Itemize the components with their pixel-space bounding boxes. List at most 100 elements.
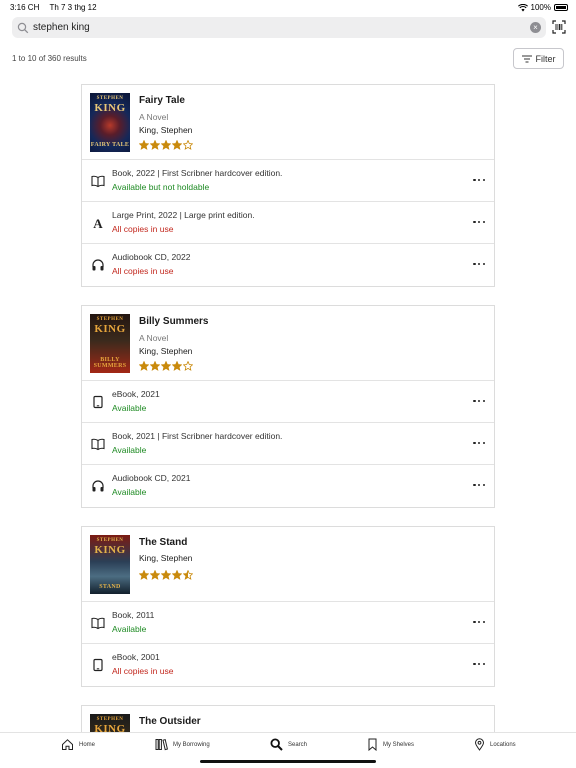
star-rating <box>139 361 208 371</box>
result-header[interactable]: STEPHEN KING STAND The Stand King, Steph… <box>82 527 494 602</box>
tab-label: My Borrowing <box>173 741 210 748</box>
format-row[interactable]: eBook, 2021 Available <box>82 381 494 423</box>
availability-status: All copies in use <box>112 666 174 676</box>
star-icon <box>150 570 160 580</box>
tab-my-shelves[interactable]: My Shelves <box>367 738 414 751</box>
star-icon <box>139 361 149 371</box>
home-indicator <box>200 760 376 763</box>
cover-title: BILLY SUMMERS <box>93 357 127 369</box>
format-description: Book, 2021 | First Scribner hardcover ed… <box>112 431 283 441</box>
star-icon <box>139 570 149 580</box>
availability-status: Available <box>112 445 147 455</box>
tab-label: Home <box>79 741 96 748</box>
result-header[interactable]: STEPHEN KING FAIRY TALE Fairy Tale A Nov… <box>82 85 494 160</box>
star-icon <box>161 361 171 371</box>
tab-locations[interactable]: Locations <box>474 738 516 751</box>
book-title[interactable]: Fairy Tale <box>139 95 193 106</box>
more-options-button[interactable] <box>473 215 485 229</box>
book-title[interactable]: The Outsider <box>139 716 201 727</box>
book-cover[interactable]: STEPHEN KING BILLY SUMMERS <box>90 314 130 373</box>
book-cover[interactable]: STEPHEN KING STAND <box>90 535 130 594</box>
search-icon <box>17 22 29 33</box>
barcode-scan-icon[interactable] <box>552 20 566 34</box>
cover-author-mid: KING <box>94 323 126 335</box>
more-options-button[interactable] <box>473 257 485 271</box>
cover-author-mid: KING <box>94 544 126 556</box>
star-icon <box>183 361 193 371</box>
search-icon <box>270 738 283 751</box>
cover-title: FAIRY TALE <box>90 142 130 148</box>
book-author: King, Stephen <box>139 346 193 356</box>
availability-status: All copies in use <box>112 224 174 234</box>
filter-button[interactable]: Filter <box>513 48 564 69</box>
cover-author-top: STEPHEN <box>96 96 124 101</box>
cover-author-top: STEPHEN <box>96 317 124 322</box>
home-icon <box>62 739 73 750</box>
more-options-button[interactable] <box>473 436 485 450</box>
tab-my-borrowing[interactable]: My Borrowing <box>155 738 210 751</box>
result-card: STEPHEN KING FAIRY TALE Fairy Tale A Nov… <box>81 84 495 287</box>
book-subtitle: A Novel <box>139 112 169 122</box>
results-list: STEPHEN KING FAIRY TALE Fairy Tale A Nov… <box>81 84 495 763</box>
format-description: Large Print, 2022 | Large print edition. <box>112 210 255 220</box>
format-row[interactable]: Book, 2021 | First Scribner hardcover ed… <box>82 423 494 465</box>
star-icon <box>139 140 149 150</box>
more-options-button[interactable] <box>473 173 485 187</box>
availability-status: All copies in use <box>112 266 174 276</box>
svg-text:A: A <box>93 216 103 230</box>
status-date: Th 7 3 thg 12 <box>49 3 97 12</box>
format-description: Audiobook CD, 2022 <box>112 252 191 262</box>
large-print-icon: A <box>93 216 103 230</box>
tablet-icon <box>93 658 103 672</box>
star-icon <box>183 570 193 580</box>
cover-author-top: STEPHEN <box>96 538 124 543</box>
tab-home[interactable]: Home <box>61 738 95 751</box>
star-icon <box>172 570 182 580</box>
more-options-button[interactable] <box>473 478 485 492</box>
cover-author-mid: KING <box>94 102 126 114</box>
search-input[interactable] <box>33 22 513 33</box>
format-row[interactable]: Book, 2022 | First Scribner hardcover ed… <box>82 160 494 202</box>
result-card: STEPHEN KING BILLY SUMMERS Billy Summers… <box>81 305 495 508</box>
book-subtitle: A Novel <box>139 333 169 343</box>
book-title[interactable]: Billy Summers <box>139 316 208 327</box>
availability-status: Available <box>112 624 147 634</box>
result-header[interactable]: STEPHEN KING BILLY SUMMERS Billy Summers… <box>82 306 494 381</box>
format-description: Book, 2011 <box>112 610 155 620</box>
star-icon <box>172 140 182 150</box>
book-title[interactable]: The Stand <box>139 537 193 548</box>
wifi-icon <box>517 3 528 11</box>
availability-status: Available <box>112 487 147 497</box>
tab-label: Locations <box>490 741 516 748</box>
format-row[interactable]: Audiobook CD, 2021 Available <box>82 465 494 507</box>
availability-status: Available but not holdable <box>112 182 210 192</box>
clear-search-button[interactable]: × <box>530 22 541 33</box>
format-row[interactable]: eBook, 2001 All copies in use <box>82 644 494 686</box>
star-rating <box>139 140 193 150</box>
search-bar[interactable]: × <box>12 17 546 38</box>
tablet-icon <box>93 395 103 409</box>
status-bar: 3:16 CH Th 7 3 thg 12 100% <box>0 0 576 14</box>
bookmark-icon <box>368 738 377 751</box>
headphones-icon <box>92 259 104 271</box>
cover-author-top: STEPHEN <box>96 717 124 722</box>
tab-search[interactable]: Search <box>270 738 307 751</box>
star-icon <box>172 361 182 371</box>
books-icon <box>155 738 168 751</box>
more-options-button[interactable] <box>473 394 485 408</box>
more-options-button[interactable] <box>473 657 485 671</box>
book-icon <box>91 617 105 630</box>
star-icon <box>161 570 171 580</box>
format-row[interactable]: Book, 2011 Available <box>82 602 494 644</box>
star-icon <box>150 140 160 150</box>
format-row[interactable]: A Large Print, 2022 | Large print editio… <box>82 202 494 244</box>
location-pin-icon <box>474 738 485 751</box>
more-options-button[interactable] <box>473 615 485 629</box>
battery-icon <box>554 4 568 11</box>
tab-label: My Shelves <box>383 741 415 748</box>
star-rating <box>139 570 193 580</box>
tab-label: Search <box>288 741 308 748</box>
format-row[interactable]: Audiobook CD, 2022 All copies in use <box>82 244 494 286</box>
book-cover[interactable]: STEPHEN KING FAIRY TALE <box>90 93 130 152</box>
filter-icon <box>521 55 532 62</box>
